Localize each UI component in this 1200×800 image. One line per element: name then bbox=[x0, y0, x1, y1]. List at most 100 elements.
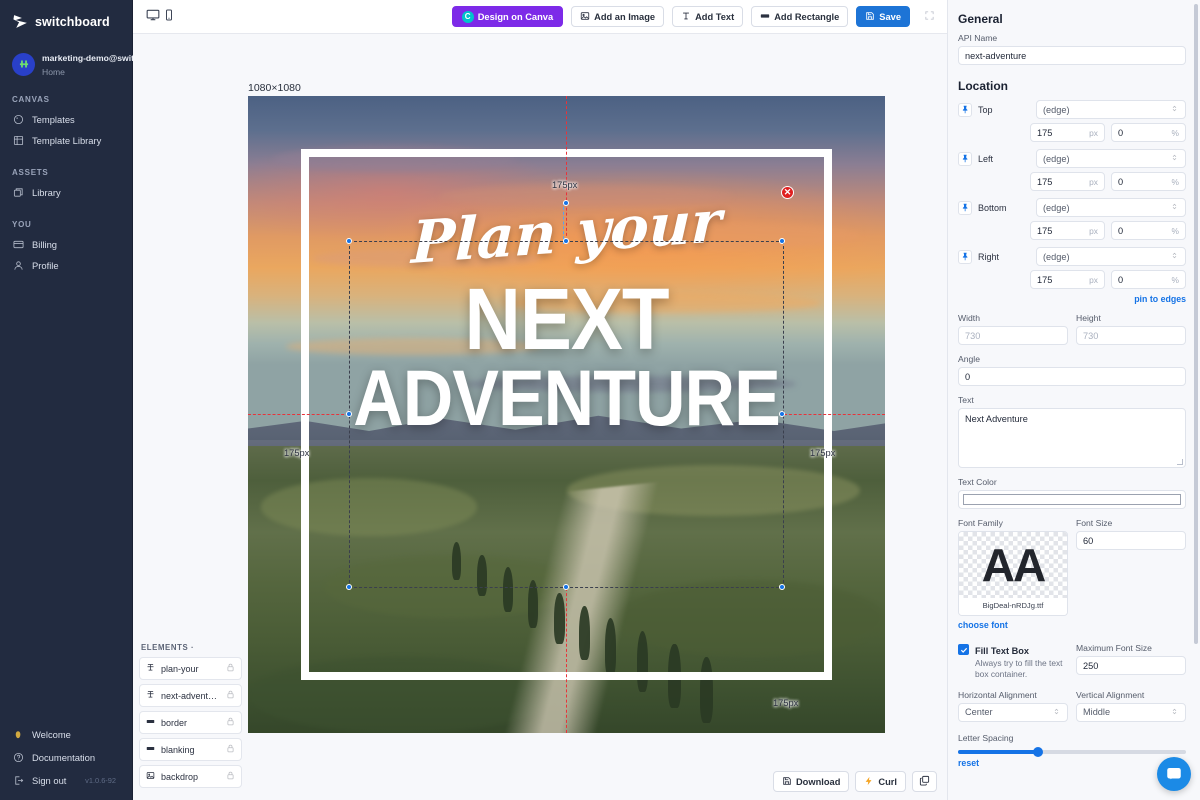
pin-icon[interactable] bbox=[958, 201, 972, 215]
location-px-input-top[interactable]: 175 px bbox=[1030, 123, 1105, 142]
download-button[interactable]: Download bbox=[773, 771, 849, 792]
sidebar-item-welcome[interactable]: Welcome bbox=[0, 723, 132, 746]
add-rectangle-button[interactable]: Add Rectangle bbox=[751, 6, 848, 27]
location-px-input-right[interactable]: 175 px bbox=[1030, 270, 1105, 289]
fill-text-box-row: Fill Text Box Always try to fill the tex… bbox=[958, 643, 1068, 681]
sidebar-item-sign-out[interactable]: Sign out v1.0.6-92 bbox=[0, 769, 132, 792]
resize-handle-ne[interactable] bbox=[779, 238, 785, 244]
download-label: Download bbox=[796, 777, 840, 787]
element-item-blanking[interactable]: blanking bbox=[139, 738, 242, 761]
font-family-card[interactable]: AA BigDeal-nRDJg.ttf bbox=[958, 531, 1068, 616]
location-px-input-bottom[interactable]: 175 px bbox=[1030, 221, 1105, 240]
location-edge-select-right[interactable]: (edge) bbox=[1036, 247, 1186, 266]
reset-link[interactable]: reset bbox=[958, 758, 1186, 768]
chevron-updown-icon bbox=[1170, 707, 1179, 718]
curl-button[interactable]: Curl bbox=[855, 771, 906, 792]
account-block[interactable]: marketing-demo@switc... Home bbox=[0, 30, 132, 78]
close-circle-icon[interactable]: ✕ bbox=[781, 186, 794, 199]
location-pct-input-bottom[interactable]: 0 % bbox=[1111, 221, 1186, 240]
text-textarea[interactable]: Next Adventure bbox=[958, 408, 1186, 468]
lock-icon[interactable] bbox=[226, 744, 235, 755]
panel-scrollbar[interactable] bbox=[1194, 4, 1198, 644]
location-pct-value: 0 bbox=[1118, 128, 1123, 138]
location-pct-input-left[interactable]: 0 % bbox=[1111, 172, 1186, 191]
element-item-backdrop[interactable]: backdrop bbox=[139, 765, 242, 788]
save-label: Save bbox=[879, 12, 901, 22]
horizontal-alignment-select[interactable]: Center bbox=[958, 703, 1068, 722]
location-pct-input-top[interactable]: 0 % bbox=[1111, 123, 1186, 142]
element-item-plan-your[interactable]: plan-your bbox=[139, 657, 242, 680]
lock-icon[interactable] bbox=[226, 771, 235, 782]
fill-text-box-checkbox[interactable] bbox=[958, 644, 969, 655]
lock-icon[interactable] bbox=[226, 663, 235, 674]
resize-handle-s[interactable] bbox=[563, 584, 569, 590]
brand[interactable]: switchboard bbox=[0, 0, 132, 30]
location-numbers-right: 175 px 0 % bbox=[1030, 270, 1186, 289]
sidebar-section-canvas: CANVAS Templates Template Library bbox=[0, 95, 132, 151]
sidebar-item-library[interactable]: Library bbox=[0, 182, 132, 203]
location-edge-select-left[interactable]: (edge) bbox=[1036, 149, 1186, 168]
design-on-canva-button[interactable]: C Design on Canva bbox=[452, 6, 563, 27]
pin-to-edges-link[interactable]: pin to edges bbox=[958, 294, 1186, 304]
letter-spacing-slider[interactable] bbox=[958, 750, 1186, 754]
sidebar-item-template-library[interactable]: Template Library bbox=[0, 130, 132, 151]
mobile-phone-icon[interactable] bbox=[163, 9, 175, 24]
expand-arrows-icon[interactable] bbox=[924, 10, 935, 24]
canvas-size-label: 1080×1080 bbox=[248, 82, 301, 94]
element-label: border bbox=[161, 718, 220, 728]
account-email: marketing-demo@switc... bbox=[42, 53, 146, 63]
add-image-button[interactable]: Add an Image bbox=[571, 6, 664, 27]
angle-input[interactable]: 0 bbox=[958, 367, 1186, 386]
location-px-input-left[interactable]: 175 px bbox=[1030, 172, 1105, 191]
pin-icon[interactable] bbox=[958, 250, 972, 264]
font-size-input[interactable]: 60 bbox=[1076, 531, 1186, 550]
api-name-input[interactable]: next-adventure bbox=[958, 46, 1186, 65]
chat-bubble-icon[interactable] bbox=[1157, 757, 1191, 791]
letter-spacing-slider-knob[interactable] bbox=[1033, 747, 1043, 757]
desktop-monitor-icon[interactable] bbox=[146, 8, 160, 25]
resize-handle-e[interactable] bbox=[779, 411, 785, 417]
sidebar-item-profile[interactable]: Profile bbox=[0, 255, 132, 276]
max-font-size-label: Maximum Font Size bbox=[1076, 643, 1186, 653]
sidebar-item-templates[interactable]: Templates bbox=[0, 109, 132, 130]
location-pct-input-right[interactable]: 0 % bbox=[1111, 270, 1186, 289]
resize-handle-se[interactable] bbox=[779, 584, 785, 590]
pin-icon[interactable] bbox=[958, 103, 972, 117]
resize-handle-sw[interactable] bbox=[346, 584, 352, 590]
add-image-label: Add an Image bbox=[594, 12, 655, 22]
element-item-next-adventure[interactable]: next-adventure bbox=[139, 684, 242, 707]
save-button[interactable]: Save bbox=[856, 6, 910, 27]
rectangle-element-icon bbox=[146, 717, 155, 728]
location-px-value: 175 bbox=[1037, 275, 1052, 285]
copy-icon bbox=[919, 775, 930, 788]
sidebar-item-billing[interactable]: Billing bbox=[0, 234, 132, 255]
copy-button[interactable] bbox=[912, 771, 937, 792]
resize-handle-nw[interactable] bbox=[346, 238, 352, 244]
credit-card-icon bbox=[13, 239, 24, 250]
fill-text-box-help: Always try to fill the text box containe… bbox=[975, 658, 1068, 681]
element-item-border[interactable]: border bbox=[139, 711, 242, 734]
viewport-toggle[interactable] bbox=[146, 8, 175, 25]
width-input[interactable]: 730 bbox=[958, 326, 1068, 345]
height-input[interactable]: 730 bbox=[1076, 326, 1186, 345]
lock-icon[interactable] bbox=[226, 717, 235, 728]
text-color-picker[interactable] bbox=[958, 490, 1186, 509]
max-font-size-input[interactable]: 250 bbox=[1076, 656, 1186, 675]
resize-grip-icon[interactable] bbox=[1177, 459, 1183, 465]
element-label: next-adventure bbox=[161, 691, 220, 701]
sidebar-item-documentation[interactable]: Documentation bbox=[0, 746, 132, 769]
resize-handle-n[interactable] bbox=[563, 238, 569, 244]
lock-icon[interactable] bbox=[226, 690, 235, 701]
pin-icon[interactable] bbox=[958, 152, 972, 166]
fill-row: Fill Text Box Always try to fill the tex… bbox=[958, 632, 1186, 681]
location-edge-select-top[interactable]: (edge) bbox=[1036, 100, 1186, 119]
choose-font-link[interactable]: choose font bbox=[958, 620, 1068, 630]
location-edge-select-bottom[interactable]: (edge) bbox=[1036, 198, 1186, 217]
artboard[interactable]: Plan your NEXT ADVENTURE 175px 175px 175… bbox=[248, 96, 885, 733]
vertical-alignment-select[interactable]: Middle bbox=[1076, 703, 1186, 722]
snap-handle-top[interactable] bbox=[563, 200, 569, 206]
add-text-button[interactable]: Add Text bbox=[672, 6, 743, 27]
font-file-name: BigDeal-nRDJg.ttf bbox=[959, 598, 1067, 615]
main-area: C Design on Canva Add an Image Add Text bbox=[133, 0, 947, 800]
resize-handle-w[interactable] bbox=[346, 411, 352, 417]
